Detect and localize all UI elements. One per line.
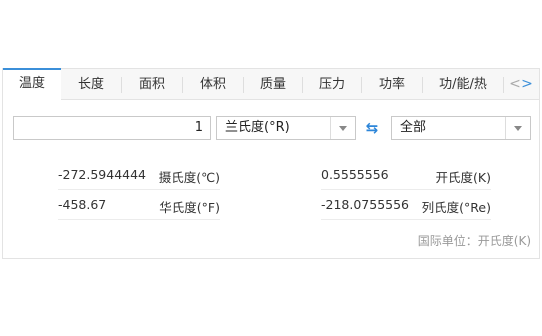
category-tabs: 温度 长度 面积 体积 质量 压力 功率 功/能/热 < >: [3, 68, 539, 100]
result-value: -218.0755556: [321, 197, 410, 212]
tab-work-energy-heat[interactable]: 功/能/热: [423, 69, 503, 100]
unit-converter-card: 温度 长度 面积 体积 质量 压力 功率 功/能/热 < > 1 兰氏度(°R)…: [2, 68, 540, 259]
result-row-celsius: -272.5944444 摄氏度(℃): [58, 160, 220, 190]
from-unit-label: 兰氏度(°R): [225, 120, 290, 135]
tab-area[interactable]: 面积: [122, 69, 182, 100]
result-unit: 摄氏度(℃): [158, 170, 220, 185]
tab-length[interactable]: 长度: [61, 69, 121, 100]
result-value: -458.67: [58, 197, 107, 212]
from-unit-select[interactable]: 兰氏度(°R): [216, 116, 356, 140]
result-unit: 列氏度(°Re): [421, 200, 491, 215]
result-unit: 华氏度(°F): [159, 200, 220, 215]
tabs-prev-icon[interactable]: <: [509, 69, 521, 100]
to-unit-label: 全部: [400, 120, 427, 135]
swap-arrows-icon[interactable]: ⇆: [361, 116, 383, 140]
result-row-fahrenheit: -458.67 华氏度(°F): [58, 190, 220, 220]
tab-mass[interactable]: 质量: [244, 69, 302, 100]
result-unit: 开氏度(K): [435, 170, 491, 185]
result-value: -272.5944444: [58, 167, 147, 182]
result-value: 0.5555556: [321, 167, 389, 182]
tab-power[interactable]: 功率: [362, 69, 422, 100]
chevron-down-icon[interactable]: [330, 117, 355, 139]
tabs-next-icon[interactable]: >: [521, 69, 533, 100]
to-unit-select[interactable]: 全部: [391, 116, 531, 140]
result-row-kelvin: 0.5555556 开氏度(K): [321, 160, 491, 190]
tab-divider: [503, 77, 504, 93]
chevron-down-icon[interactable]: [505, 117, 530, 139]
si-unit-note: 国际单位：开氏度(K): [417, 234, 531, 248]
tab-volume[interactable]: 体积: [183, 69, 243, 100]
value-input[interactable]: 1: [13, 116, 211, 140]
tab-pressure[interactable]: 压力: [303, 69, 361, 100]
tab-temperature[interactable]: 温度: [3, 68, 61, 100]
result-row-reaumur: -218.0755556 列氏度(°Re): [321, 190, 491, 220]
